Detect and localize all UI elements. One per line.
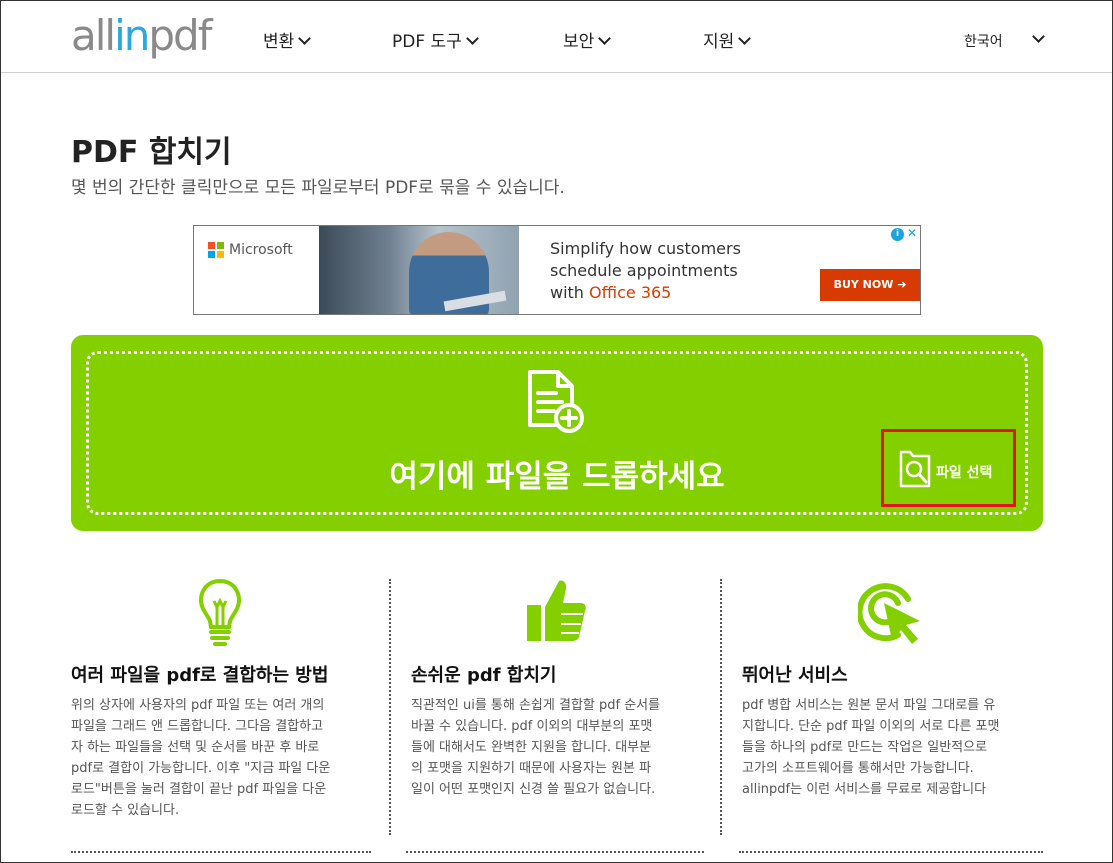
ad-line-3: with Office 365 — [550, 282, 741, 304]
ad-line-2: schedule appointments — [550, 261, 738, 280]
logo-part-pdf: pdf — [148, 11, 212, 60]
feature-title: 뛰어난 서비스 — [742, 665, 848, 686]
feature-line: 바꿀 수 있습니다. pdf 이외의 대부분의 포맷 — [411, 719, 653, 734]
microsoft-grid-icon — [208, 242, 224, 258]
feature-line: pdf 병합 서비스는 원본 문서 파일 그대로를 유 — [742, 698, 996, 713]
thumbs-up-icon — [527, 580, 586, 641]
ad-line-3-prefix: with — [550, 283, 590, 302]
feature-bottom-divider — [71, 851, 371, 853]
language-chevron-down-icon[interactable] — [1032, 30, 1045, 43]
feature-line: 자 하는 파일들을 선택 및 순서를 바꾼 후 바로 — [71, 740, 320, 755]
ad-line-1: Simplify how customers — [550, 239, 741, 258]
allinpdf-logo[interactable]: allinpdf — [71, 11, 212, 61]
feature-great-service: 뛰어난 서비스 pdf 병합 서비스는 원본 문서 파일 그대로를 유 지합니다… — [742, 577, 1042, 847]
feature-line: 의 포맷을 지원하기 때문에 사용자는 원본 파 — [411, 761, 652, 776]
feature-body: 위의 상자에 사용자의 pdf 파일 또는 여러 개의 파일을 그래드 앤 드롭… — [71, 695, 330, 821]
chevron-down-icon — [598, 32, 612, 45]
buy-now-button[interactable]: BUY NOW ➔ — [820, 269, 920, 301]
logo-part-in: in — [114, 11, 150, 60]
ad-close-icon[interactable]: ✕ — [907, 226, 917, 240]
feature-body: 직관적인 ui를 통해 손쉽게 결합할 pdf 순서를 바꿀 수 있습니다. p… — [411, 695, 660, 800]
feature-title: 손쉬운 pdf 합치기 — [411, 665, 557, 686]
nav-security-label: 보안 — [563, 32, 595, 52]
nav-convert-label: 변환 — [263, 32, 295, 52]
feature-how-to-combine: 여러 파일을 pdf로 결합하는 방법 위의 상자에 사용자의 pdf 파일 또… — [71, 577, 371, 847]
feature-line: 파일을 그래드 앤 드롭합니다. 그다음 결합하고 — [71, 719, 324, 734]
feature-line: 들을 하나의 pdf로 만드는 작업은 일반적으로 — [742, 740, 988, 755]
feature-bottom-divider — [739, 851, 1043, 853]
feature-line: 로드할 수 있습니다. — [71, 803, 180, 818]
language-selector[interactable]: 한국어 — [964, 31, 1003, 51]
chevron-down-icon — [298, 32, 312, 45]
add-document-icon — [528, 370, 584, 433]
top-header: allinpdf 변환 PDF 도구 보안 지원 한국어 — [1, 1, 1112, 73]
feature-easy-merge: 손쉬운 pdf 합치기 직관적인 ui를 통해 손쉽게 결합할 pdf 순서를 … — [411, 577, 707, 847]
feature-body: pdf 병합 서비스는 원본 문서 파일 그대로를 유 지합니다. 단순 pdf… — [742, 695, 999, 800]
nav-pdf-tools[interactable]: PDF 도구 — [392, 31, 479, 53]
feature-line: 직관적인 ui를 통해 손쉽게 결합할 pdf 순서를 — [411, 698, 661, 713]
page-subtitle: 몇 번의 간단한 클릭만으로 모든 파일로부터 PDF로 묶을 수 있습니다. — [71, 178, 565, 198]
feature-line: 고가의 소프트웨어를 통해서만 가능합니다. — [742, 761, 974, 776]
ad-photo — [319, 226, 519, 314]
page-title: PDF 합치기 — [71, 135, 232, 170]
feature-bottom-divider — [406, 851, 704, 853]
feature-line: allinpdf는 이런 서비스를 무료로 제공합니다 — [742, 782, 987, 797]
chevron-down-icon — [738, 32, 752, 45]
chevron-down-icon — [465, 32, 479, 45]
select-file-button[interactable]: 파일 선택 — [881, 429, 1016, 507]
feature-divider — [389, 579, 391, 835]
microsoft-logo: Microsoft — [208, 242, 293, 258]
feature-divider — [720, 579, 722, 835]
feature-title: 여러 파일을 pdf로 결합하는 방법 — [71, 665, 329, 686]
file-drop-zone[interactable]: 여기에 파일을 드롭하세요 파일 선택 — [71, 335, 1043, 531]
nav-support-label: 지원 — [703, 32, 735, 52]
feature-line: 지합니다. 단순 pdf 파일 이외의 서로 다른 포맷 — [742, 719, 1000, 734]
feature-line: 위의 상자에 사용자의 pdf 파일 또는 여러 개의 — [71, 698, 325, 713]
lightbulb-icon — [198, 578, 242, 646]
ad-info-icon[interactable]: i — [891, 228, 904, 241]
feature-line: 일이 어떤 포맷인지 신경 쓸 필요가 없습니다. — [411, 782, 656, 797]
ad-office365-highlight: Office 365 — [589, 283, 672, 302]
feature-line: 들에 대해서도 완벽한 지원을 합니다. 대부분 — [411, 740, 652, 755]
feature-line: 로드"버튼을 눌러 결합이 끝난 pdf 파일을 다운 — [71, 782, 327, 797]
nav-support[interactable]: 지원 — [703, 31, 752, 53]
nav-pdf-tools-label: PDF 도구 — [392, 32, 462, 52]
folder-search-icon — [899, 450, 931, 488]
ad-banner[interactable]: Microsoft Simplify how customers schedul… — [193, 225, 921, 315]
nav-convert[interactable]: 변환 — [263, 31, 312, 53]
feature-line: pdf로 결합이 가능합니다. 이후 "지금 파일 다운 — [71, 761, 331, 776]
microsoft-brand-text: Microsoft — [229, 242, 293, 258]
target-cursor-icon — [858, 583, 920, 644]
nav-security[interactable]: 보안 — [563, 31, 612, 53]
ad-copy: Simplify how customers schedule appointm… — [550, 238, 741, 304]
select-file-label: 파일 선택 — [936, 465, 993, 481]
logo-part-all: all — [71, 11, 116, 60]
